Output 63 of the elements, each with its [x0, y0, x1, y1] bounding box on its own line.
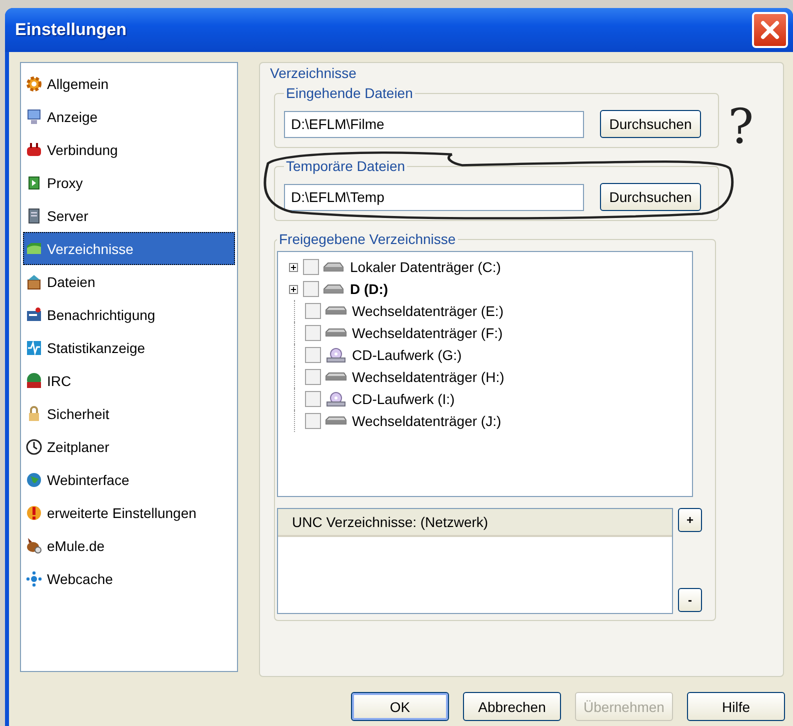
plug-icon [25, 140, 43, 158]
category-item[interactable]: Statistikanzeige [23, 331, 235, 364]
clock-icon [25, 438, 43, 456]
checkbox[interactable] [303, 281, 319, 297]
checkbox[interactable] [305, 325, 321, 341]
category-item[interactable]: Sicherheit [23, 397, 235, 430]
cd-drive-icon [324, 391, 347, 407]
category-item[interactable]: Anzeige [23, 100, 235, 133]
category-item[interactable]: Webcache [23, 562, 235, 595]
expand-icon[interactable] [289, 284, 298, 294]
remove-button[interactable]: - [678, 588, 702, 612]
category-item[interactable]: Benachrichtigung [23, 298, 235, 331]
checkbox[interactable] [305, 413, 321, 429]
category-item[interactable]: eMule.de [23, 529, 235, 562]
expand-icon[interactable] [289, 262, 298, 272]
group-label: Eingehende Dateien [285, 85, 414, 101]
checkbox[interactable] [305, 391, 321, 407]
column-header[interactable]: UNC Verzeichnisse: (Netzwerk) [278, 509, 672, 537]
category-item[interactable]: IRC [23, 364, 235, 397]
panel-title: Verzeichnisse [268, 65, 358, 81]
drive-label[interactable]: Wechseldatenträger (J:) [352, 413, 502, 429]
help-button[interactable]: Hilfe [687, 692, 785, 721]
close-icon [759, 19, 781, 41]
chart-icon [25, 338, 43, 356]
checkbox[interactable] [303, 259, 319, 275]
drive-label[interactable]: Wechseldatenträger (H:) [352, 369, 504, 385]
monitor-icon [25, 108, 43, 126]
drive-label[interactable]: Wechseldatenträger (E:) [352, 303, 504, 319]
category-item[interactable]: Zeitplaner [23, 430, 235, 463]
network-icon [25, 570, 43, 588]
checkbox[interactable] [305, 303, 321, 319]
drive-label[interactable]: D (D:) [350, 281, 388, 297]
category-item[interactable]: Proxy [23, 166, 235, 199]
category-item[interactable]: Allgemein [23, 67, 235, 100]
path-field[interactable]: D:\EFLM\Filme [284, 110, 584, 138]
cancel-button[interactable]: Abbrechen [463, 692, 561, 721]
notification-icon [25, 306, 43, 324]
add-button[interactable]: + [678, 508, 702, 532]
window-title: Einstellungen [15, 20, 126, 40]
drive-label[interactable]: Lokaler Datenträger (C:) [350, 259, 501, 275]
path-field[interactable]: D:\EFLM\Temp [284, 184, 584, 210]
drive-label[interactable]: CD-Laufwerk (I:) [352, 391, 455, 407]
category-item[interactable]: Dateien [23, 265, 235, 298]
group-label: Freigegebene Verzeichnisse [278, 231, 457, 247]
category-item[interactable]: Verzeichnisse [23, 232, 235, 265]
drive-label[interactable]: CD-Laufwerk (G:) [352, 347, 462, 363]
drive-label[interactable]: Wechseldatenträger (F:) [352, 325, 503, 341]
warning-icon [25, 504, 43, 522]
close-button[interactable] [752, 12, 788, 48]
category-item[interactable]: Webinterface [23, 463, 235, 496]
question-mark: ? [728, 103, 754, 151]
gear-icon [25, 74, 43, 92]
ok-button[interactable]: OK [351, 692, 449, 721]
checkbox[interactable] [305, 347, 321, 363]
category-item[interactable]: erweiterte Einstellungen [23, 496, 235, 529]
category-item[interactable]: Verbindung [23, 133, 235, 166]
box-icon [25, 272, 43, 290]
group-label: Temporäre Dateien [285, 158, 406, 174]
cd-drive-icon [324, 347, 347, 363]
checkbox[interactable] [305, 369, 321, 385]
browse-button[interactable]: Durchsuchen [600, 183, 701, 211]
browse-button[interactable]: Durchsuchen [600, 110, 701, 138]
category-item[interactable]: Server [23, 199, 235, 232]
